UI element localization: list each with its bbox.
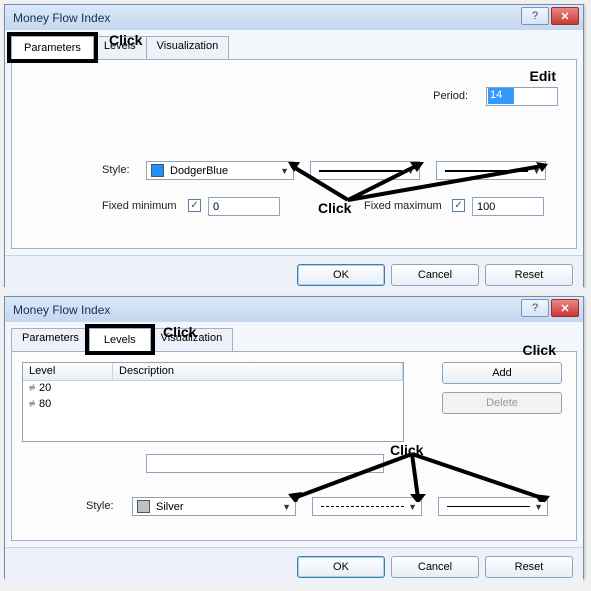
line-style-dropdown[interactable]: ▼ — [312, 497, 422, 516]
line-width-dropdown[interactable]: ▼ — [436, 161, 546, 180]
color-swatch-icon — [137, 500, 150, 513]
table-row[interactable]: ≠ 80 — [23, 397, 403, 413]
cancel-button[interactable]: Cancel — [391, 556, 479, 578]
line-width-dropdown[interactable]: ▼ — [438, 497, 548, 516]
dialog-levels: Money Flow Index ? ✕ Click Parameters Le… — [4, 296, 584, 579]
titlebar: Money Flow Index ? ✕ — [5, 5, 583, 30]
level-icon: ≠ — [29, 398, 35, 410]
dialog-parameters: Money Flow Index ? ✕ Click Parameters Le… — [4, 4, 584, 287]
col-description: Description — [113, 363, 403, 380]
fixed-max-checkbox[interactable]: ✓ — [452, 199, 465, 212]
line-solid-icon — [319, 170, 402, 172]
fixed-min-checkbox[interactable]: ✓ — [188, 199, 201, 212]
tab-levels[interactable]: Levels — [89, 328, 151, 351]
level-preview[interactable] — [146, 454, 384, 473]
line-solid-icon — [445, 170, 528, 172]
levels-panel: Level Description ≠ 20 ≠ 80 Click Add Dele… — [11, 351, 577, 541]
delete-button: Delete — [442, 392, 562, 414]
tab-levels[interactable]: Levels — [93, 36, 147, 59]
tab-list: Parameters Levels Visualization — [11, 328, 577, 351]
fixed-min-label: Fixed minimum — [102, 200, 177, 212]
annotation-edit: Edit — [530, 68, 556, 84]
tab-visualization[interactable]: Visualization — [146, 36, 230, 59]
add-button[interactable]: Add — [442, 362, 562, 384]
level-value: 80 — [39, 398, 51, 410]
tab-list: Parameters Levels Visualization — [11, 36, 577, 59]
level-desc — [113, 381, 125, 397]
chevron-down-icon: ▼ — [408, 502, 417, 512]
tab-parameters[interactable]: Parameters — [11, 36, 94, 59]
line-dashed-icon — [321, 506, 404, 507]
level-value: 20 — [39, 382, 51, 394]
dialog-title: Money Flow Index — [13, 303, 110, 317]
color-name: DodgerBlue — [170, 165, 228, 177]
parameters-panel: Edit Period: 14 Style: DodgerBlue ▼ ▼ ▼ … — [11, 59, 577, 249]
level-icon: ≠ — [29, 382, 35, 394]
style-label: Style: — [86, 500, 114, 512]
chevron-down-icon: ▼ — [280, 166, 289, 176]
reset-button[interactable]: Reset — [485, 556, 573, 578]
color-swatch-icon — [151, 164, 164, 177]
tab-parameters[interactable]: Parameters — [11, 328, 90, 351]
cancel-button[interactable]: Cancel — [391, 264, 479, 286]
col-level: Level — [23, 363, 113, 380]
chevron-down-icon: ▼ — [532, 166, 541, 176]
dialog-title: Money Flow Index — [13, 11, 110, 25]
annotation-click-style: Click — [390, 442, 423, 458]
color-name: Silver — [156, 501, 184, 513]
line-style-dropdown[interactable]: ▼ — [310, 161, 420, 180]
fixed-max-input[interactable] — [472, 197, 544, 216]
style-label: Style: — [102, 164, 130, 176]
line-thin-icon — [447, 506, 530, 507]
annotation-click-style: Click — [318, 200, 351, 216]
period-label: Period: — [433, 90, 468, 102]
close-button[interactable]: ✕ — [551, 299, 579, 317]
chevron-down-icon: ▼ — [282, 502, 291, 512]
fixed-max-label: Fixed maximum — [364, 200, 442, 212]
button-bar: OK Cancel Reset — [5, 547, 583, 585]
button-bar: OK Cancel Reset — [5, 255, 583, 293]
close-button[interactable]: ✕ — [551, 7, 579, 25]
period-value-selected: 14 — [488, 88, 514, 104]
color-dropdown[interactable]: DodgerBlue ▼ — [146, 161, 294, 180]
table-row[interactable]: ≠ 20 — [23, 381, 403, 397]
ok-button[interactable]: OK — [297, 556, 385, 578]
help-button[interactable]: ? — [521, 7, 549, 25]
chevron-down-icon: ▼ — [406, 166, 415, 176]
level-desc — [113, 397, 125, 413]
ok-button[interactable]: OK — [297, 264, 385, 286]
titlebar: Money Flow Index ? ✕ — [5, 297, 583, 322]
help-button[interactable]: ? — [521, 299, 549, 317]
reset-button[interactable]: Reset — [485, 264, 573, 286]
fixed-min-input[interactable] — [208, 197, 280, 216]
tab-visualization[interactable]: Visualization — [150, 328, 234, 351]
color-dropdown[interactable]: Silver ▼ — [132, 497, 296, 516]
chevron-down-icon: ▼ — [534, 502, 543, 512]
levels-table[interactable]: Level Description ≠ 20 ≠ 80 — [22, 362, 404, 442]
